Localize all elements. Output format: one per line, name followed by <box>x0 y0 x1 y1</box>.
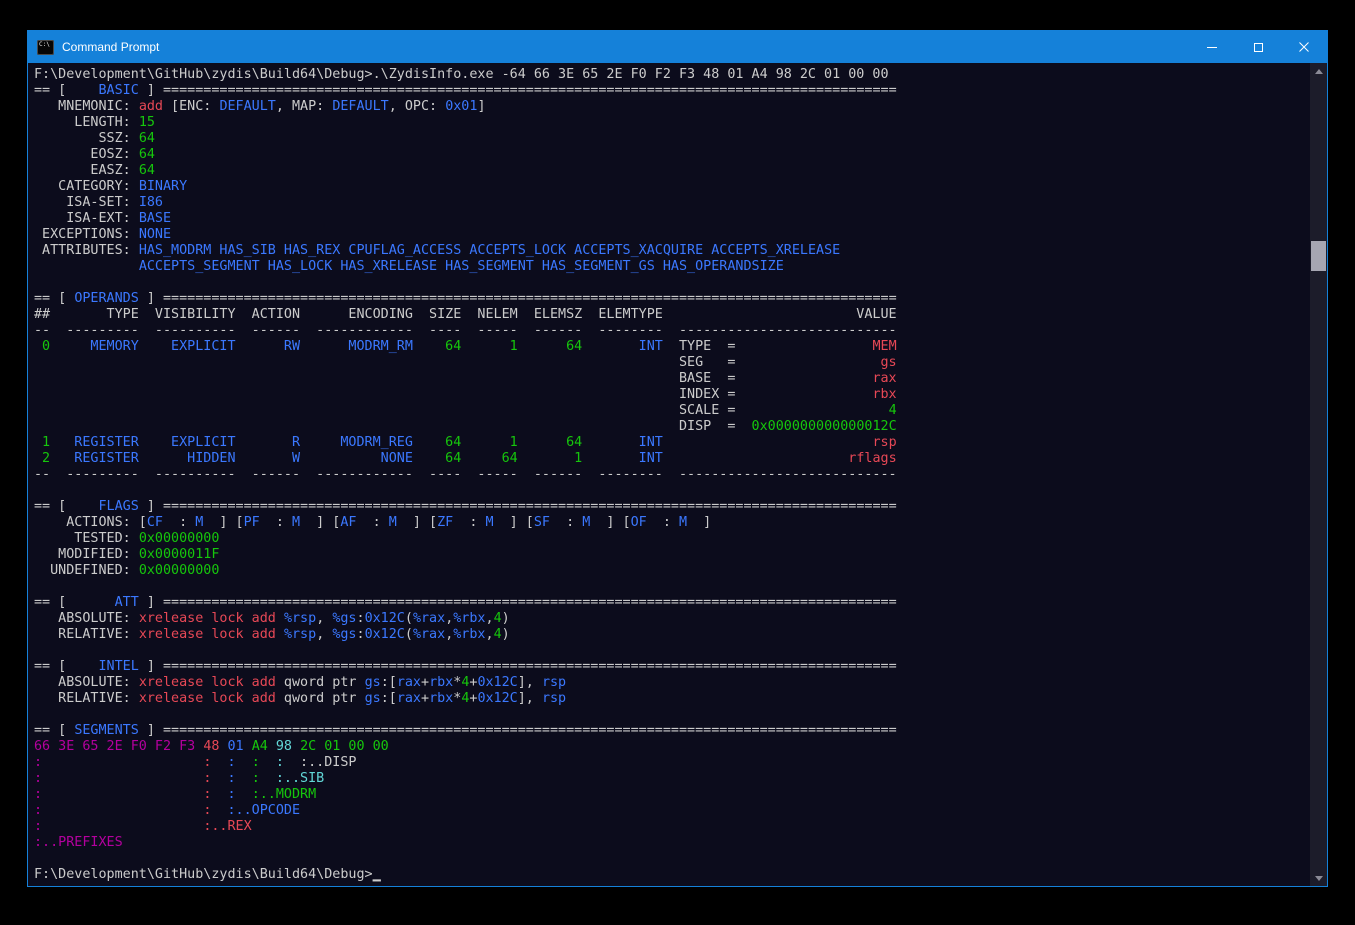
terminal-line: == [ ATT ] =============================… <box>34 595 1310 611</box>
terminal-line: ACCEPTS_SEGMENT HAS_LOCK HAS_XRELEASE HA… <box>34 259 1310 275</box>
terminal-line: BASE = rax <box>34 371 1310 387</box>
terminal-line: F:\Development\GitHub\zydis\Build64\Debu… <box>34 67 1310 83</box>
terminal-line <box>34 579 1310 595</box>
terminal-line: EASZ: 64 <box>34 163 1310 179</box>
terminal-line: RELATIVE: xrelease lock add qword ptr gs… <box>34 691 1310 707</box>
terminal-line: ## TYPE VISIBILITY ACTION ENCODING SIZE … <box>34 307 1310 323</box>
terminal-line: CATEGORY: BINARY <box>34 179 1310 195</box>
terminal-screen[interactable]: F:\Development\GitHub\zydis\Build64\Debu… <box>28 63 1310 886</box>
terminal-line: SEG = gs <box>34 355 1310 371</box>
terminal-line: TESTED: 0x00000000 <box>34 531 1310 547</box>
terminal-line: ISA-SET: I86 <box>34 195 1310 211</box>
terminal-line: INDEX = rbx <box>34 387 1310 403</box>
terminal-line: ISA-EXT: BASE <box>34 211 1310 227</box>
terminal-line: 66 3E 65 2E F0 F2 F3 48 01 A4 98 2C 01 0… <box>34 739 1310 755</box>
terminal-line: MNEMONIC: add [ENC: DEFAULT, MAP: DEFAUL… <box>34 99 1310 115</box>
triangle-down-icon <box>1315 876 1323 881</box>
terminal-line: RELATIVE: xrelease lock add %rsp, %gs:0x… <box>34 627 1310 643</box>
triangle-up-icon <box>1315 69 1323 74</box>
terminal-line: SCALE = 4 <box>34 403 1310 419</box>
terminal-line: 2 REGISTER HIDDEN W NONE 64 64 1 INT rfl… <box>34 451 1310 467</box>
terminal-line: : : :..OPCODE <box>34 803 1310 819</box>
terminal-line: ABSOLUTE: xrelease lock add qword ptr gs… <box>34 675 1310 691</box>
terminal-line: == [ SEGMENTS ] ========================… <box>34 723 1310 739</box>
terminal-line <box>34 643 1310 659</box>
window-title: Command Prompt <box>62 40 159 54</box>
terminal-line: -- --------- ---------- ------ ---------… <box>34 323 1310 339</box>
minimize-button[interactable] <box>1189 31 1235 63</box>
terminal-line: DISP = 0x000000000000012C <box>34 419 1310 435</box>
terminal-line: : :..REX <box>34 819 1310 835</box>
cmd-icon-label: C:\ <box>39 41 50 48</box>
terminal-line: == [ INTEL ] ===========================… <box>34 659 1310 675</box>
terminal-line: == [ BASIC ] ===========================… <box>34 83 1310 99</box>
terminal-line <box>34 275 1310 291</box>
scrollbar[interactable] <box>1310 63 1327 886</box>
terminal-line: ABSOLUTE: xrelease lock add %rsp, %gs:0x… <box>34 611 1310 627</box>
terminal-line: F:\Development\GitHub\zydis\Build64\Debu… <box>34 867 1310 883</box>
close-button[interactable] <box>1281 31 1327 63</box>
minimize-icon <box>1207 47 1217 48</box>
terminal-line: : : : : :..SIB <box>34 771 1310 787</box>
terminal-line: == [ FLAGS ] ===========================… <box>34 499 1310 515</box>
terminal-line: LENGTH: 15 <box>34 115 1310 131</box>
terminal-line <box>34 483 1310 499</box>
terminal-line: MODIFIED: 0x0000011F <box>34 547 1310 563</box>
terminal-line: :..PREFIXES <box>34 835 1310 851</box>
titlebar[interactable]: C:\ Command Prompt <box>28 31 1327 63</box>
terminal-line: 0 MEMORY EXPLICIT RW MODRM_RM 64 1 64 IN… <box>34 339 1310 355</box>
scroll-up-button[interactable] <box>1310 63 1327 79</box>
window-controls <box>1189 31 1327 63</box>
terminal-line <box>34 851 1310 867</box>
terminal-line: : : : :..MODRM <box>34 787 1310 803</box>
terminal-line: 1 REGISTER EXPLICIT R MODRM_REG 64 1 64 … <box>34 435 1310 451</box>
terminal-line: UNDEFINED: 0x00000000 <box>34 563 1310 579</box>
maximize-icon <box>1254 43 1263 52</box>
terminal-line: -- --------- ---------- ------ ---------… <box>34 467 1310 483</box>
console: F:\Development\GitHub\zydis\Build64\Debu… <box>28 63 1327 886</box>
terminal-line: == [ OPERANDS ] ========================… <box>34 291 1310 307</box>
command-prompt-window: C:\ Command Prompt F:\Development\GitHub… <box>27 30 1328 887</box>
terminal-line: : : : : : :..DISP <box>34 755 1310 771</box>
terminal-line: EOSZ: 64 <box>34 147 1310 163</box>
terminal-line <box>34 707 1310 723</box>
terminal-line: SSZ: 64 <box>34 131 1310 147</box>
terminal-line: ATTRIBUTES: HAS_MODRM HAS_SIB HAS_REX CP… <box>34 243 1310 259</box>
cmd-icon: C:\ <box>37 40 54 55</box>
scrollbar-thumb[interactable] <box>1311 241 1326 271</box>
scroll-down-button[interactable] <box>1310 870 1327 886</box>
terminal-line: ACTIONS: [CF : M ] [PF : M ] [AF : M ] [… <box>34 515 1310 531</box>
close-icon <box>1299 42 1309 52</box>
maximize-button[interactable] <box>1235 31 1281 63</box>
terminal-line: EXCEPTIONS: NONE <box>34 227 1310 243</box>
